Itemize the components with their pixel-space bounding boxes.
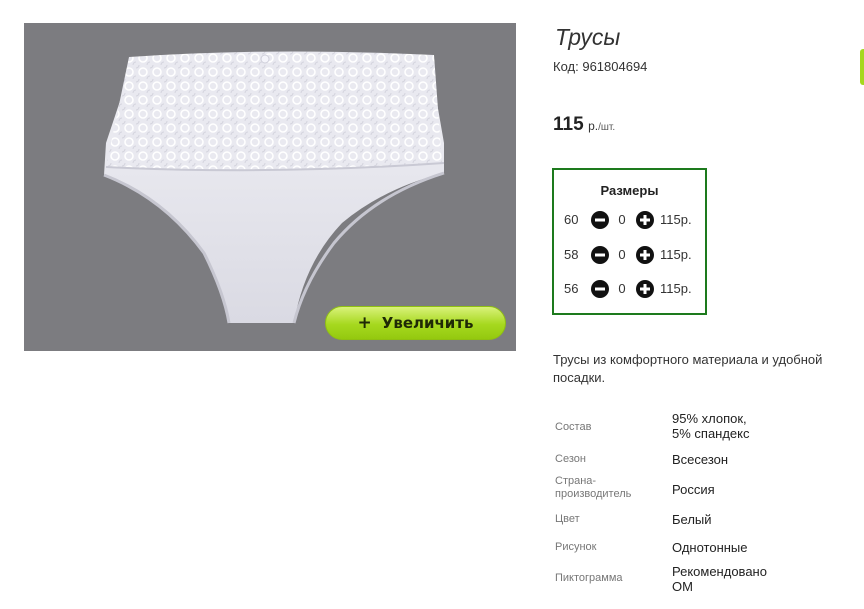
quantity-value[interactable]: 0	[615, 279, 629, 299]
price-amount: 115	[553, 114, 584, 135]
spec-value: 95% хлопок, 5% спандекс	[672, 411, 750, 441]
size-row: 60 0 115р.	[564, 210, 704, 230]
spec-value: Однотонные	[672, 540, 748, 555]
product-code: Код: 961804694	[553, 59, 647, 74]
spec-label: Сезон	[555, 453, 586, 465]
product-page: + Увеличить Трусы Код: 961804694 115 р./…	[0, 0, 864, 609]
plus-icon: +	[357, 312, 372, 333]
price-per: /шт.	[598, 122, 616, 133]
plus-icon[interactable]	[636, 211, 654, 229]
product-photo	[103, 51, 445, 324]
product-price: 115 р./шт.	[553, 114, 615, 136]
size-label: 56	[564, 281, 579, 296]
minus-icon[interactable]	[591, 246, 609, 264]
size-label: 58	[564, 247, 579, 262]
quantity-value[interactable]: 0	[615, 245, 629, 265]
spec-label: Страна- производитель	[555, 475, 632, 500]
product-image[interactable]	[24, 23, 516, 351]
code-value: 961804694	[582, 59, 648, 74]
sizes-panel: Размеры 60 0 115р. 58 0 115р. 56 0 115р.	[552, 168, 707, 315]
spec-label: Цвет	[555, 513, 580, 525]
spec-value: Белый	[672, 512, 712, 527]
size-row: 58 0 115р.	[564, 245, 704, 265]
minus-icon[interactable]	[591, 211, 609, 229]
sizes-title: Размеры	[600, 183, 659, 198]
size-label: 60	[564, 212, 579, 227]
plus-icon[interactable]	[636, 246, 654, 264]
zoom-button[interactable]: + Увеличить	[325, 306, 506, 340]
code-label: Код:	[553, 59, 579, 74]
spec-value: Россия	[672, 482, 715, 497]
spec-value: Всесезон	[672, 452, 729, 467]
plus-icon[interactable]	[636, 280, 654, 298]
spec-label: Рисунок	[555, 541, 597, 553]
price-unit: р.	[588, 119, 599, 133]
spec-label: Пиктограмма	[555, 572, 623, 584]
spec-label: Состав	[555, 421, 592, 433]
product-title: Трусы	[555, 24, 621, 50]
size-price: 115р.	[660, 212, 692, 227]
spec-value: Рекомендовано ОМ	[672, 564, 767, 594]
product-description: Трусы из комфортного материала и удобной…	[553, 352, 823, 385]
size-row: 56 0 115р.	[564, 279, 704, 299]
side-tab[interactable]	[860, 49, 864, 85]
zoom-label: Увеличить	[381, 314, 474, 332]
minus-icon[interactable]	[591, 280, 609, 298]
size-price: 115р.	[660, 281, 692, 296]
quantity-value[interactable]: 0	[615, 210, 629, 230]
size-price: 115р.	[660, 247, 692, 262]
